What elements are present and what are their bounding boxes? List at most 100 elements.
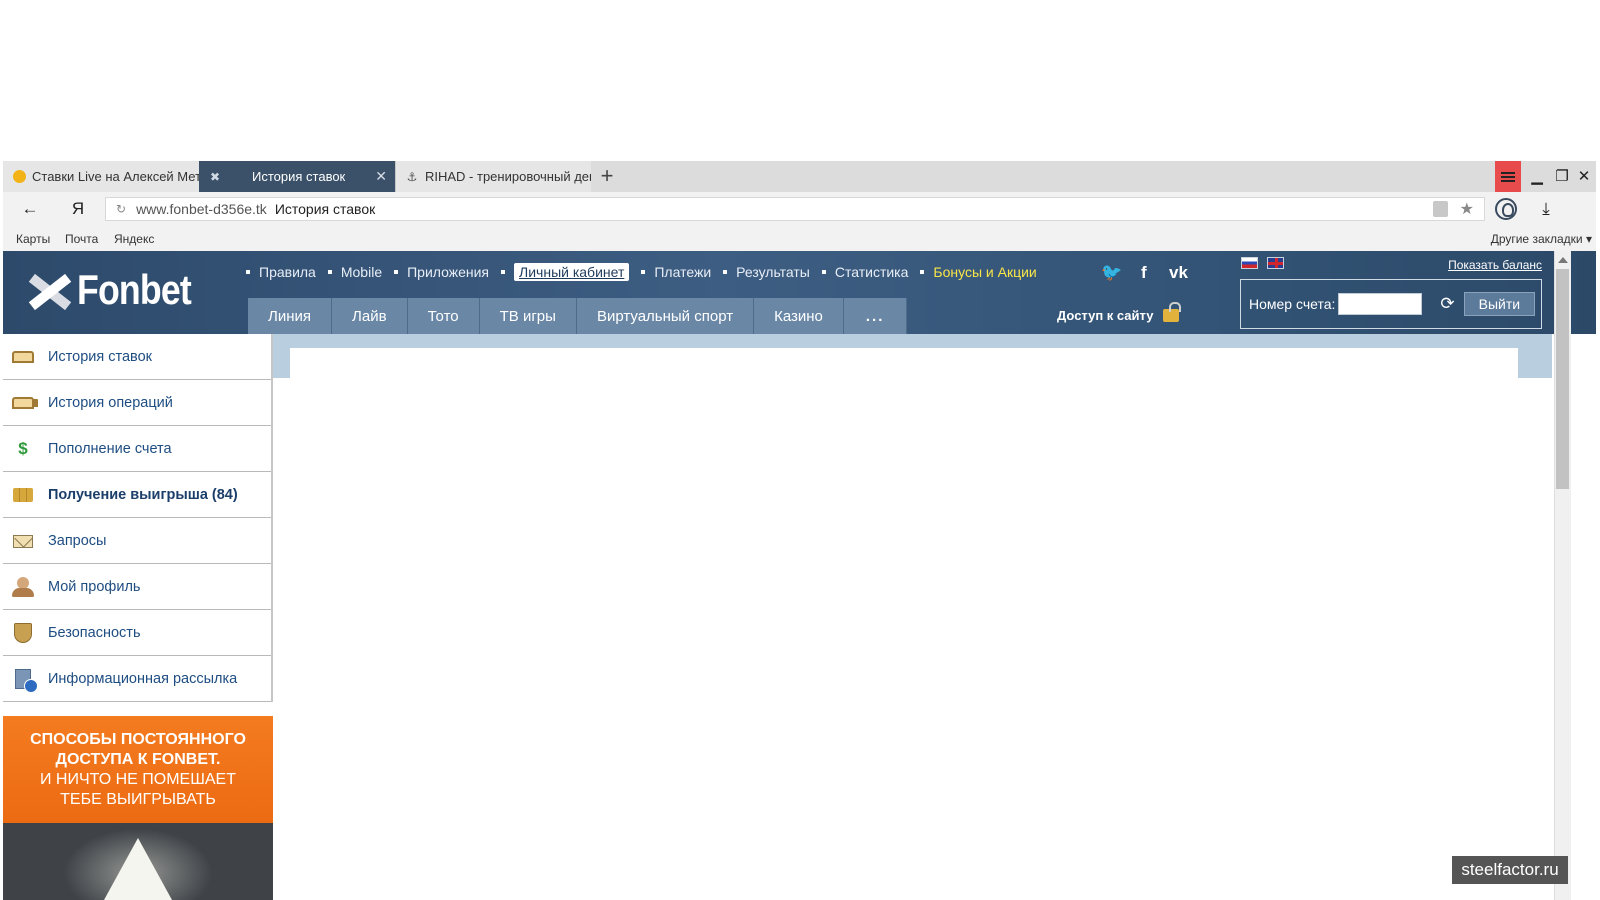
site-access-link[interactable]: Доступ к сайту xyxy=(1057,302,1182,323)
english-flag-icon[interactable] xyxy=(1267,257,1284,269)
sidebar-item-profile[interactable]: Мой профиль xyxy=(3,564,273,610)
show-balance-link[interactable]: Показать баланс xyxy=(1448,258,1542,272)
scroll-up-arrow-icon[interactable] xyxy=(1558,257,1568,263)
sidebar-item-newsletter[interactable]: Информационная рассылка xyxy=(3,656,273,702)
logout-button[interactable]: Выйти xyxy=(1463,292,1536,316)
coins-icon xyxy=(11,485,35,505)
yandex-button[interactable]: Я xyxy=(65,197,91,221)
sidebar-item-label: Мой профиль xyxy=(48,578,141,595)
download-icon[interactable]: ⤓ xyxy=(1533,197,1559,221)
nav-payments[interactable]: Платежи xyxy=(641,264,711,280)
lock-icon[interactable] xyxy=(1433,201,1448,217)
star-icon[interactable]: ★ xyxy=(1460,199,1474,219)
sidebar-item-label: Информационная рассылка xyxy=(48,670,238,687)
tab-label: Ставки Live на Алексей Метёлкин xyxy=(32,169,199,184)
sidebar-item-requests[interactable]: Запросы xyxy=(3,518,273,564)
nav-personal-cabinet[interactable]: Личный кабинет xyxy=(501,263,630,281)
language-switcher xyxy=(1241,257,1293,269)
vk-icon[interactable]: vk xyxy=(1169,263,1188,283)
nav-apps[interactable]: Приложения xyxy=(394,264,489,280)
tab-more[interactable]: ... xyxy=(843,298,908,334)
sidebar-item-label: Безопасность xyxy=(48,624,141,641)
other-bookmarks[interactable]: Другие закладки ▾ xyxy=(1491,232,1592,246)
url-page-title: История ставок xyxy=(274,201,376,217)
refresh-icon[interactable]: ⟳ xyxy=(1440,294,1454,314)
mail-icon xyxy=(11,531,35,551)
banner-line-1: СПОСОБЫ ПОСТОЯННОГО xyxy=(30,730,246,748)
hamburger-icon xyxy=(1501,175,1515,178)
content-panel xyxy=(290,348,1518,900)
new-tab-button[interactable]: + xyxy=(595,163,619,189)
bookmark-mail[interactable]: Почта xyxy=(65,232,98,246)
russian-flag-icon[interactable] xyxy=(1241,257,1258,269)
coin-favicon-icon xyxy=(12,170,26,184)
sidebar-item-security[interactable]: Безопасность xyxy=(3,610,273,656)
unlock-icon xyxy=(1163,302,1182,322)
books-icon xyxy=(11,393,35,413)
back-button[interactable]: ← xyxy=(17,197,43,221)
alice-icon[interactable] xyxy=(1495,198,1517,220)
tab-casino[interactable]: Казино xyxy=(754,298,844,334)
tab-line[interactable]: Линия xyxy=(248,298,333,334)
facebook-icon[interactable]: f xyxy=(1141,263,1147,283)
tab-strip: Ставки Live на Алексей Метёлкин ✖ Истори… xyxy=(3,161,1596,192)
bookmark-maps[interactable]: Карты xyxy=(16,232,50,246)
tab-toto[interactable]: Тото xyxy=(407,298,480,334)
browser-tab-2[interactable]: ✖ История ставок ✕ xyxy=(199,161,395,192)
sidebar-divider xyxy=(271,334,273,702)
tab-tv-games[interactable]: ТВ игры xyxy=(479,298,577,334)
browser-tab-3[interactable]: ⚓ RIHAD - тренировочный день xyxy=(395,161,591,192)
sidebar-item-label: Получение выигрыша (84) xyxy=(48,486,238,503)
scroll-thumb[interactable] xyxy=(1556,269,1569,489)
close-window-button[interactable]: ✕ xyxy=(1571,161,1596,192)
reload-icon[interactable]: ↻ xyxy=(116,202,126,216)
nav-bonuses[interactable]: Бонусы и Акции xyxy=(920,264,1036,280)
account-number-label: Номер счета: xyxy=(1249,296,1336,312)
sidebar-item-bet-history[interactable]: История ставок xyxy=(3,334,273,380)
account-box: Номер счета: ⟳ Выйти xyxy=(1240,279,1542,329)
tab-virtual-sport[interactable]: Виртуальный спорт xyxy=(576,298,755,334)
bookmarks-bar: Карты Почта Яндекс Другие закладки ▾ xyxy=(3,226,1596,251)
ship-favicon-icon: ⚓ xyxy=(406,169,418,184)
nav-mobile[interactable]: Mobile xyxy=(328,264,382,280)
promo-banner[interactable]: СПОСОБЫ ПОСТОЯННОГО ДОСТУПА К FONBET. И … xyxy=(3,716,273,900)
twitter-icon[interactable]: 🐦 xyxy=(1101,263,1122,283)
top-nav: Правила Mobile Приложения Личный кабинет… xyxy=(246,263,1049,281)
sidebar-item-label: История операций xyxy=(48,394,173,411)
url-domain: www.fonbet-d356e.tk xyxy=(136,201,267,217)
browser-window: Ставки Live на Алексей Метёлкин ✖ Истори… xyxy=(3,161,1596,900)
sidebar-item-deposit[interactable]: $ Пополнение счета xyxy=(3,426,273,472)
fonbet-logo[interactable]: Fonbet xyxy=(23,265,211,315)
fonbet-logo-icon xyxy=(23,265,73,315)
close-tab-icon[interactable]: ✕ xyxy=(375,168,387,185)
banner-line-3: И НИЧТО НЕ ПОМЕШАЕТ xyxy=(39,770,236,788)
sidebar-item-withdrawal[interactable]: Получение выигрыша (84) xyxy=(3,472,273,518)
address-bar[interactable]: ↻ www.fonbet-d356e.tk История ставок ★ xyxy=(105,197,1485,221)
sidebar-item-operations-history[interactable]: История операций xyxy=(3,380,273,426)
nav-results[interactable]: Результаты xyxy=(723,264,810,280)
newsletter-icon xyxy=(11,669,38,693)
browser-menu-button[interactable] xyxy=(1495,161,1521,192)
user-icon xyxy=(11,577,35,597)
account-number-field[interactable] xyxy=(1338,293,1423,315)
sidebar-item-label: Запросы xyxy=(48,532,107,549)
tab-live[interactable]: Лайв xyxy=(332,298,408,334)
main-tabs: Линия Лайв Тото ТВ игры Виртуальный спор… xyxy=(248,298,908,334)
browser-tab-1[interactable]: Ставки Live на Алексей Метёлкин xyxy=(3,161,199,192)
logo-text: Fonbet xyxy=(77,266,192,313)
bookmark-yandex[interactable]: Яндекс xyxy=(114,232,154,246)
sidebar-item-label: Пополнение счета xyxy=(48,440,172,457)
account-sidebar: История ставок История операций $ Пополн… xyxy=(3,334,273,702)
nav-statistics[interactable]: Статистика xyxy=(822,264,909,280)
minimize-button[interactable]: ▁ xyxy=(1524,161,1550,192)
fonbet-favicon-icon: ✖ xyxy=(209,169,221,184)
tab-label: История ставок xyxy=(252,169,346,184)
book-icon xyxy=(11,347,35,367)
sidebar-item-label: История ставок xyxy=(48,348,152,365)
tab-label: RIHAD - тренировочный день xyxy=(425,169,591,184)
nav-rules[interactable]: Правила xyxy=(246,264,316,280)
banner-text-area: СПОСОБЫ ПОСТОЯННОГО ДОСТУПА К FONBET. И … xyxy=(3,716,273,823)
access-label: Доступ к сайту xyxy=(1057,308,1154,323)
dollar-icon: $ xyxy=(18,439,28,458)
watermark: steelfactor.ru xyxy=(1452,856,1568,884)
